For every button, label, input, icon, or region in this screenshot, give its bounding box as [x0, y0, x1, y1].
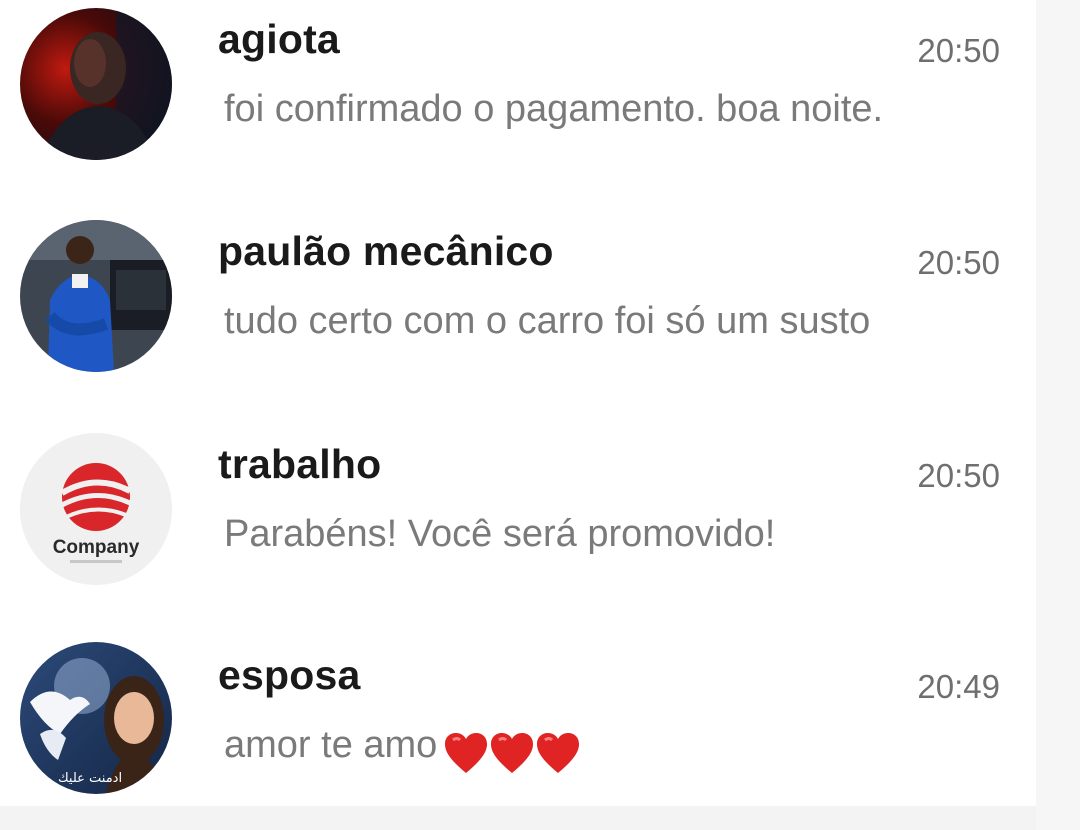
red-heart-icon: [445, 732, 488, 773]
red-heart-icon: [491, 732, 534, 773]
chat-preview: foi confirmado o pagamento. boa noite.: [224, 88, 884, 130]
chat-name: trabalho: [218, 441, 382, 487]
chat-item-paulao-mecanico[interactable]: paulão mecânico 20:50 tudo certo com o c…: [0, 212, 1036, 402]
hearts-group: [443, 730, 581, 775]
company-logo-text: Company: [53, 537, 140, 558]
chat-time: 20:50: [917, 457, 1000, 494]
chat-item-agiota[interactable]: agiota 20:50 foi confirmado o pagamento.…: [0, 0, 1036, 190]
chat-time: 20:50: [917, 32, 1000, 69]
chat-name: paulão mecânico: [218, 228, 554, 274]
company-logo-avatar[interactable]: Company: [20, 433, 172, 585]
avatar-caption: ادمنت عليك: [58, 771, 122, 786]
chat-name: agiota: [218, 16, 340, 62]
chat-time: 20:50: [917, 244, 1000, 281]
chat-item-esposa[interactable]: ادمنت عليك esposa 20:49 amor te amo: [0, 636, 1036, 826]
side-margin: [1036, 0, 1080, 830]
chat-time: 20:49: [917, 668, 1000, 705]
chat-preview-text: amor te amo: [224, 724, 438, 766]
red-heart-icon: [537, 732, 580, 773]
avatar[interactable]: [20, 220, 172, 372]
chat-preview: tudo certo com o carro foi só um susto: [224, 300, 871, 342]
chat-preview: amor te amo: [224, 724, 581, 775]
chat-item-trabalho[interactable]: Company trabalho 20:50 Parabéns! Você se…: [0, 425, 1036, 615]
chat-name: esposa: [218, 652, 361, 698]
chat-preview: Parabéns! Você será promovido!: [224, 513, 776, 555]
avatar[interactable]: ادمنت عليك: [20, 642, 172, 794]
avatar[interactable]: [20, 8, 172, 160]
chat-list: agiota 20:50 foi confirmado o pagamento.…: [0, 0, 1036, 806]
